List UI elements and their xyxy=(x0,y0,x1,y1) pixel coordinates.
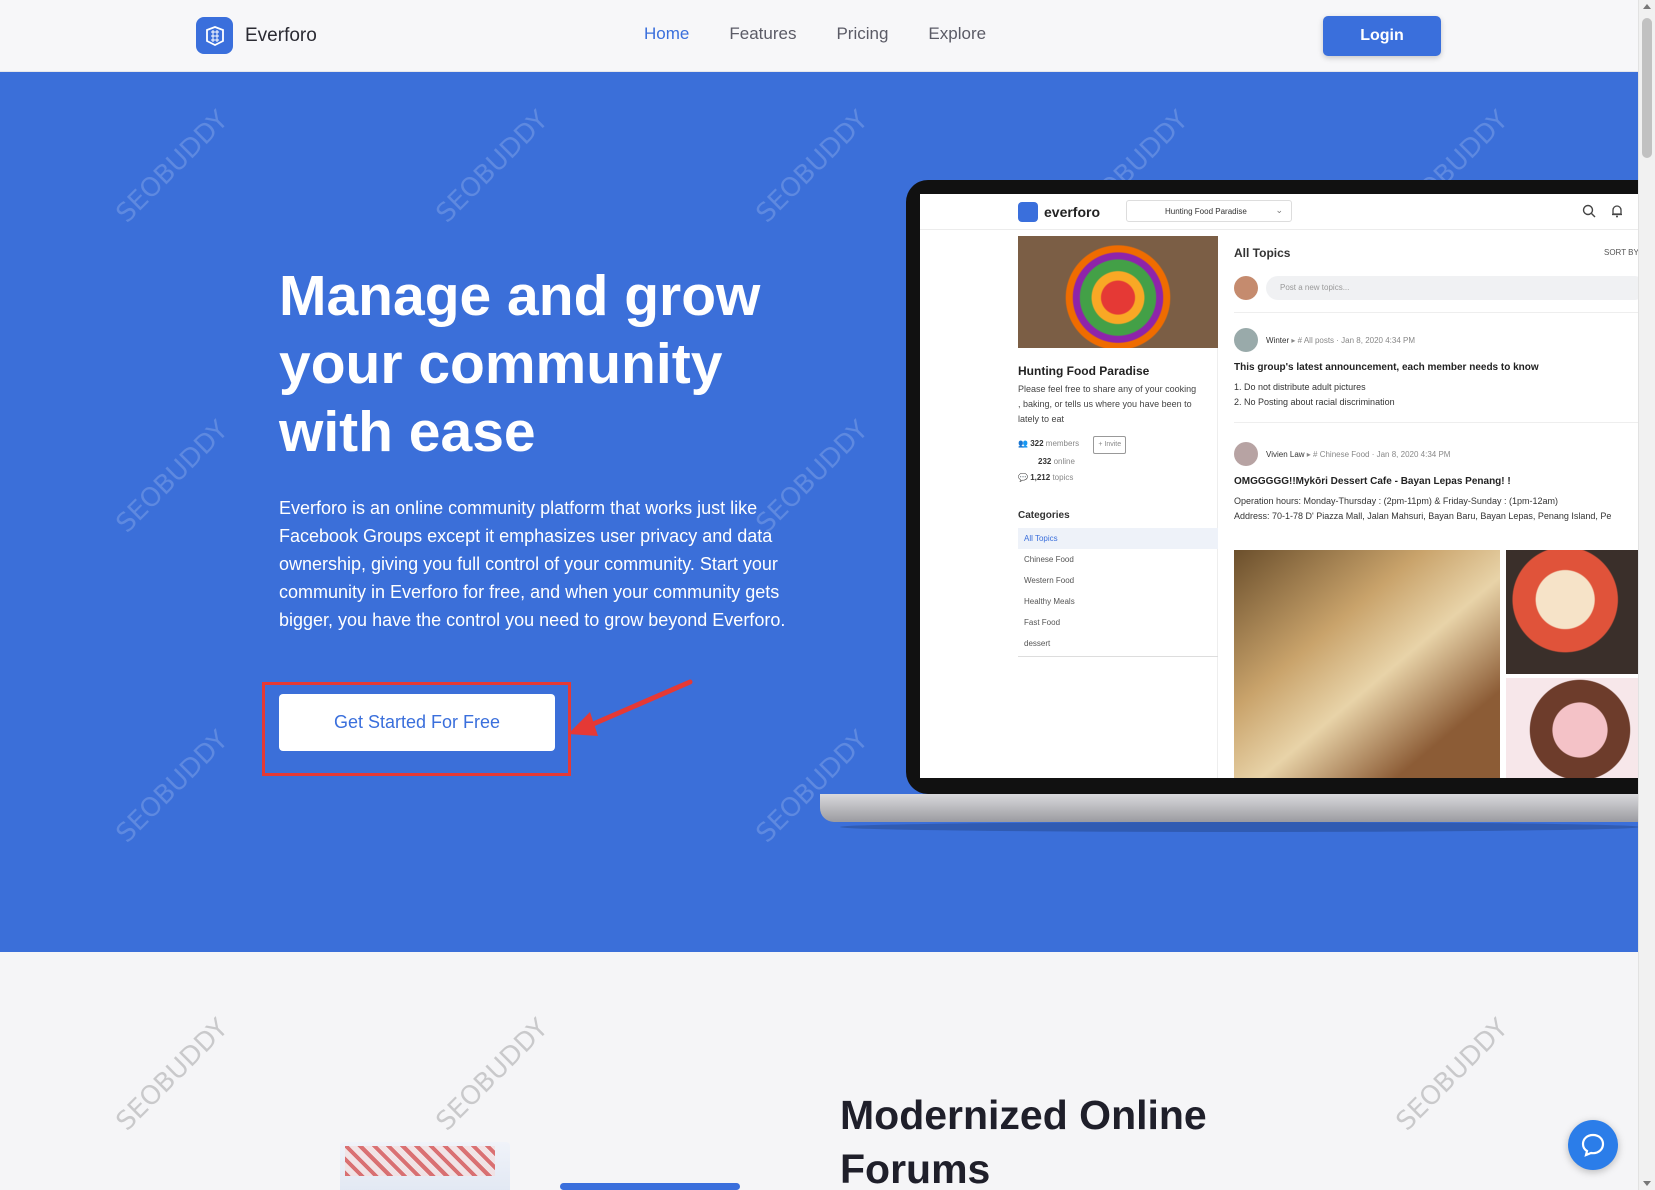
laptop-screen: everforo Hunting Food Paradise ⌄ Hunting… xyxy=(920,194,1638,778)
group-description: Please feel free to share any of your co… xyxy=(1018,384,1197,424)
comment-icon: 💬 xyxy=(1018,473,1031,482)
top-nav-bar: Everforo Home Features Pricing Explore L… xyxy=(0,0,1638,72)
category-item[interactable]: Healthy Meals xyxy=(1018,591,1218,612)
watermark-text: SEOBUDDY xyxy=(1390,1013,1515,1137)
post-line: 1. Do not distribute adult pictures xyxy=(1234,382,1366,392)
hero-title: Manage and grow your community with ease xyxy=(279,264,761,464)
group-select-value: Hunting Food Paradise xyxy=(1165,207,1247,216)
divider xyxy=(1234,312,1638,313)
nav-explore[interactable]: Explore xyxy=(928,24,986,44)
avatar xyxy=(1234,328,1258,352)
post-title[interactable]: This group's latest announcement, each m… xyxy=(1234,362,1539,373)
category-list: All Topics Chinese Food Western Food Hea… xyxy=(1018,528,1218,654)
laptop-base xyxy=(820,794,1638,822)
members-stat: 👥 322 members + Invite xyxy=(1018,436,1127,454)
post-channel[interactable]: # Chinese Food xyxy=(1313,450,1369,459)
sort-control[interactable]: SORT BY xyxy=(1604,248,1638,257)
scroll-down-icon[interactable] xyxy=(1643,1181,1651,1186)
watermark-text: SEOBUDDY xyxy=(110,1013,235,1137)
bell-icon[interactable] xyxy=(1610,204,1624,218)
avatar xyxy=(1234,276,1258,300)
group-name: Hunting Food Paradise xyxy=(1018,364,1150,378)
members-label: members xyxy=(1045,439,1080,448)
divider xyxy=(1018,656,1218,657)
category-item[interactable]: All Topics xyxy=(1018,528,1218,549)
categories-heading: Categories xyxy=(1018,510,1070,521)
category-item[interactable]: dessert xyxy=(1018,633,1218,654)
post-date: Jan 8, 2020 4:34 PM xyxy=(1341,336,1415,345)
topics-label: topics xyxy=(1052,473,1074,482)
topics-feed: All Topics SORT BY Post a new topics... … xyxy=(1234,236,1638,778)
group-cover-image xyxy=(1018,236,1218,348)
scroll-up-icon[interactable] xyxy=(1643,4,1651,9)
online-stat: 232 online xyxy=(1018,454,1126,470)
scroll-thumb[interactable] xyxy=(1642,18,1652,158)
post-author[interactable]: Vivien Law xyxy=(1266,450,1305,459)
app-logo: everforo xyxy=(1018,202,1100,222)
feed-title: All Topics xyxy=(1234,246,1291,260)
group-stats: 👥 322 members + Invite 232 online 💬 1,21… xyxy=(1018,436,1127,486)
category-item[interactable]: Western Food xyxy=(1018,570,1218,591)
post-photo[interactable] xyxy=(1506,678,1638,778)
app-brand: everforo xyxy=(1044,204,1101,220)
nav-pricing[interactable]: Pricing xyxy=(836,24,888,44)
watermark-text: SEOBUDDY xyxy=(430,105,555,229)
chat-bubble-icon xyxy=(1581,1133,1605,1157)
page-scrollbar[interactable] xyxy=(1638,0,1655,1190)
divider xyxy=(1234,422,1638,423)
watermark-text: SEOBUDDY xyxy=(430,1013,555,1137)
app-header: everforo Hunting Food Paradise ⌄ xyxy=(920,194,1638,230)
login-button[interactable]: Login xyxy=(1323,16,1441,56)
category-item[interactable]: Chinese Food xyxy=(1018,549,1218,570)
online-count: 232 xyxy=(1038,457,1052,466)
post-line: 2. No Posting about racial discriminatio… xyxy=(1234,397,1395,407)
section-title: Modernized Online Forums xyxy=(840,1092,1207,1190)
post-meta: Winter ▸ # All posts · Jan 8, 2020 4:34 … xyxy=(1266,336,1415,345)
post-title[interactable]: OMGGGGG!!Mykōri Dessert Cafe - Bayan Lep… xyxy=(1234,476,1511,487)
watermark-text: SEOBUDDY xyxy=(750,725,875,849)
post-channel[interactable]: # All posts xyxy=(1298,336,1334,345)
members-icon: 👥 xyxy=(1018,439,1031,448)
post-meta: Vivien Law ▸ # Chinese Food · Jan 8, 202… xyxy=(1266,450,1451,459)
post-line: Operation hours: Monday-Thursday : (2pm-… xyxy=(1234,496,1558,506)
page: Everforo Home Features Pricing Explore L… xyxy=(0,0,1655,1190)
feature-illustration-detail xyxy=(345,1146,495,1176)
post-author[interactable]: Winter xyxy=(1266,336,1289,345)
post-line: Address: 70-1-78 D' Piazza Mall, Jalan M… xyxy=(1234,511,1612,521)
search-icon[interactable] xyxy=(1582,204,1596,218)
new-topic-input[interactable]: Post a new topics... xyxy=(1266,276,1638,300)
group-select[interactable]: Hunting Food Paradise ⌄ xyxy=(1126,200,1292,222)
everforo-logo-icon xyxy=(196,17,233,54)
chat-widget-button[interactable] xyxy=(1568,1120,1618,1170)
laptop-shadow xyxy=(840,822,1638,832)
chevron-down-icon: ⌄ xyxy=(1275,205,1283,215)
annotation-arrow-icon xyxy=(568,679,693,736)
hero-section: SEOBUDDY SEOBUDDY SEOBUDDY SEOBUDDY SEOB… xyxy=(0,72,1638,952)
feature-illustration-bar xyxy=(560,1183,740,1190)
avatar xyxy=(1234,442,1258,466)
post-date: Jan 8, 2020 4:34 PM xyxy=(1376,450,1451,459)
group-sidebar: Hunting Food Paradise Please feel free t… xyxy=(1018,236,1218,778)
watermark-text: SEOBUDDY xyxy=(110,105,235,229)
watermark-text: SEOBUDDY xyxy=(110,725,235,849)
invite-button[interactable]: + Invite xyxy=(1093,436,1127,454)
everforo-logo-icon xyxy=(1018,202,1038,222)
online-label: online xyxy=(1053,457,1075,466)
watermark-text: SEOBUDDY xyxy=(110,415,235,539)
members-count: 322 xyxy=(1030,439,1044,448)
post-photo[interactable] xyxy=(1506,550,1638,674)
nav-home[interactable]: Home xyxy=(644,24,689,44)
hero-description: Everforo is an online community platform… xyxy=(279,498,786,630)
topics-stat: 💬 1,212 topics xyxy=(1018,470,1126,486)
get-started-button[interactable]: Get Started For Free xyxy=(279,694,555,751)
topics-count: 1,212 xyxy=(1030,473,1051,482)
brand-name: Everforo xyxy=(245,24,317,46)
category-item[interactable]: Fast Food xyxy=(1018,612,1218,633)
main-nav: Home Features Pricing Explore xyxy=(644,24,986,44)
post-photo[interactable] xyxy=(1234,550,1500,778)
brand-logo[interactable]: Everforo xyxy=(196,17,317,54)
nav-features[interactable]: Features xyxy=(729,24,796,44)
watermark-text: SEOBUDDY xyxy=(750,105,875,229)
